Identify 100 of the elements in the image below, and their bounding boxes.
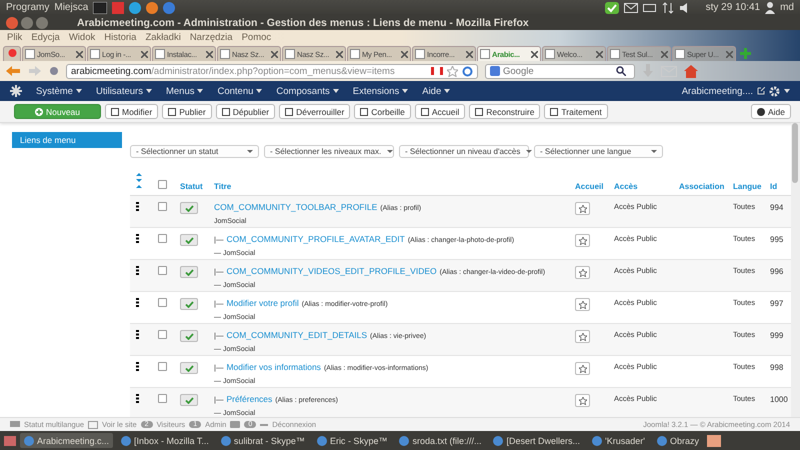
panel-menu[interactable]: Miejsca <box>54 2 88 13</box>
publish-toggle[interactable] <box>180 330 198 342</box>
app-icon[interactable] <box>129 2 142 14</box>
toolbar-button[interactable]: Reconstruire <box>469 104 540 119</box>
toolbar-button[interactable]: Dépublier <box>216 104 276 119</box>
menu-item-link[interactable]: COM_COMMUNITY_VIDEOS_EDIT_PROFILE_VIDEO <box>226 266 437 276</box>
taskbar-item[interactable]: [Desert Dwellers... <box>489 433 584 448</box>
filter-select[interactable]: - Sélectionner une langue <box>534 145 663 158</box>
toolbar-button[interactable]: Accueil <box>414 104 466 119</box>
row-checkbox[interactable] <box>158 202 167 211</box>
close-icon[interactable] <box>271 50 278 58</box>
sidebar-item[interactable]: Liens de menu <box>12 132 122 148</box>
battery-icon[interactable] <box>642 4 657 12</box>
taskbar-item[interactable]: 'Krusader' <box>588 433 649 448</box>
taskbar-item[interactable]: Eric - Skype™ <box>312 433 392 448</box>
comment-icon[interactable] <box>10 420 20 428</box>
close-icon[interactable] <box>401 50 408 58</box>
drag-handle-icon[interactable] <box>136 266 139 275</box>
toolbar-button[interactable]: Nouveau <box>14 104 101 119</box>
app-icon[interactable] <box>163 2 176 14</box>
admin-menu-item[interactable]: Aide <box>422 86 442 96</box>
close-icon[interactable] <box>466 50 473 58</box>
mail-icon[interactable] <box>624 2 638 12</box>
caret-icon[interactable] <box>784 89 790 93</box>
publish-toggle[interactable] <box>180 234 198 246</box>
filter-select[interactable]: - Sélectionner les niveaux max. <box>264 145 394 158</box>
desktop-icon[interactable] <box>4 436 16 446</box>
caret-icon[interactable] <box>256 89 262 93</box>
menu-item[interactable]: Historia <box>104 32 136 42</box>
caret-icon[interactable] <box>444 89 450 93</box>
scrollbar[interactable] <box>791 123 800 417</box>
row-checkbox[interactable] <box>158 330 167 339</box>
close-icon[interactable] <box>596 50 603 58</box>
menu-item-link[interactable]: Modifier votre profil <box>226 298 299 308</box>
menu-item[interactable]: Narzędzia <box>190 32 233 42</box>
close-icon[interactable] <box>76 50 83 58</box>
close-icon[interactable] <box>206 50 213 58</box>
maximize-icon[interactable] <box>36 16 48 28</box>
menu-item[interactable]: Pomoc <box>242 32 272 42</box>
star-icon[interactable] <box>447 66 458 76</box>
minimize-icon[interactable] <box>21 16 33 28</box>
drag-handle-icon[interactable] <box>136 298 139 307</box>
home-toggle[interactable] <box>575 298 590 311</box>
drag-handle-icon[interactable] <box>136 330 139 339</box>
row-checkbox[interactable] <box>158 298 167 307</box>
filter-select[interactable]: - Sélectionner un statut <box>130 145 259 158</box>
row-checkbox[interactable] <box>158 394 167 403</box>
menu-item[interactable]: Plik <box>7 32 22 42</box>
admin-menu-item[interactable]: Contenu <box>217 86 254 96</box>
address-field[interactable]: arabicmeeting.com/administrator/index.php?option=com_menus&view=items <box>66 64 478 78</box>
app-icon[interactable] <box>146 2 158 14</box>
taskbar-item[interactable]: sulibrat - Skype™ <box>216 433 309 448</box>
admin-menu-item[interactable]: Composants <box>276 86 330 96</box>
taskbar-item[interactable]: [Inbox - Mozilla T... <box>117 433 213 448</box>
network-icon[interactable] <box>662 2 674 14</box>
caret-icon[interactable] <box>402 89 408 93</box>
row-checkbox[interactable] <box>158 266 167 275</box>
column-header[interactable]: Statut <box>180 182 203 191</box>
identity-icon[interactable] <box>49 66 59 76</box>
user-name[interactable]: md <box>780 2 794 13</box>
checkmark-icon[interactable] <box>604 2 619 14</box>
caret-icon[interactable] <box>146 89 152 93</box>
toolbar-button[interactable]: Déverrouiller <box>279 104 350 119</box>
column-header[interactable]: Langue <box>733 182 762 191</box>
column-header[interactable]: Titre <box>214 182 232 191</box>
gear-icon[interactable] <box>769 86 780 96</box>
menu-item-link[interactable]: Modifier vos informations <box>226 362 321 372</box>
drag-handle-icon[interactable] <box>136 234 139 243</box>
admin-menu-item[interactable]: Extensions <box>352 86 400 96</box>
toolbar-button[interactable]: Modifier <box>105 104 158 119</box>
share-icon[interactable] <box>88 420 98 428</box>
taskbar-item[interactable]: sroda.txt (file:///... <box>395 433 486 448</box>
close-icon[interactable] <box>531 50 538 58</box>
caret-icon[interactable] <box>197 89 204 93</box>
column-header[interactable]: Id <box>770 182 778 191</box>
envelope-icon[interactable] <box>230 421 240 428</box>
row-checkbox[interactable] <box>158 234 167 243</box>
joomla-logo-icon[interactable] <box>10 85 22 97</box>
menu-item-link[interactable]: Préférences <box>226 394 272 404</box>
app-icon[interactable] <box>112 2 124 14</box>
home-toggle[interactable] <box>575 362 590 375</box>
site-link[interactable]: Arabicmeeting.... <box>682 86 753 96</box>
clock[interactable]: sty 29 10:41 <box>706 2 760 13</box>
external-link-icon[interactable] <box>757 87 765 95</box>
toolbar-button[interactable]: Corbeille <box>354 104 411 119</box>
close-icon[interactable] <box>661 50 668 58</box>
home-toggle[interactable] <box>575 266 590 279</box>
plus-icon[interactable] <box>740 48 751 59</box>
menu-item[interactable]: Edycja <box>31 32 60 42</box>
home-toggle[interactable] <box>575 330 590 343</box>
home-toggle[interactable] <box>575 394 590 407</box>
caret-icon[interactable] <box>332 89 339 93</box>
search-engine-icon[interactable] <box>490 66 500 76</box>
menu-item[interactable]: Widok <box>68 32 96 42</box>
menu-item-link[interactable]: COM_COMMUNITY_PROFILE_AVATAR_EDIT <box>226 234 405 244</box>
pinned-tab[interactable] <box>3 46 21 61</box>
column-header[interactable]: Accueil <box>575 182 604 191</box>
toolbar-button[interactable]: Publier <box>162 104 212 119</box>
column-header[interactable]: Accès <box>614 182 638 191</box>
caret-icon[interactable] <box>76 89 82 93</box>
